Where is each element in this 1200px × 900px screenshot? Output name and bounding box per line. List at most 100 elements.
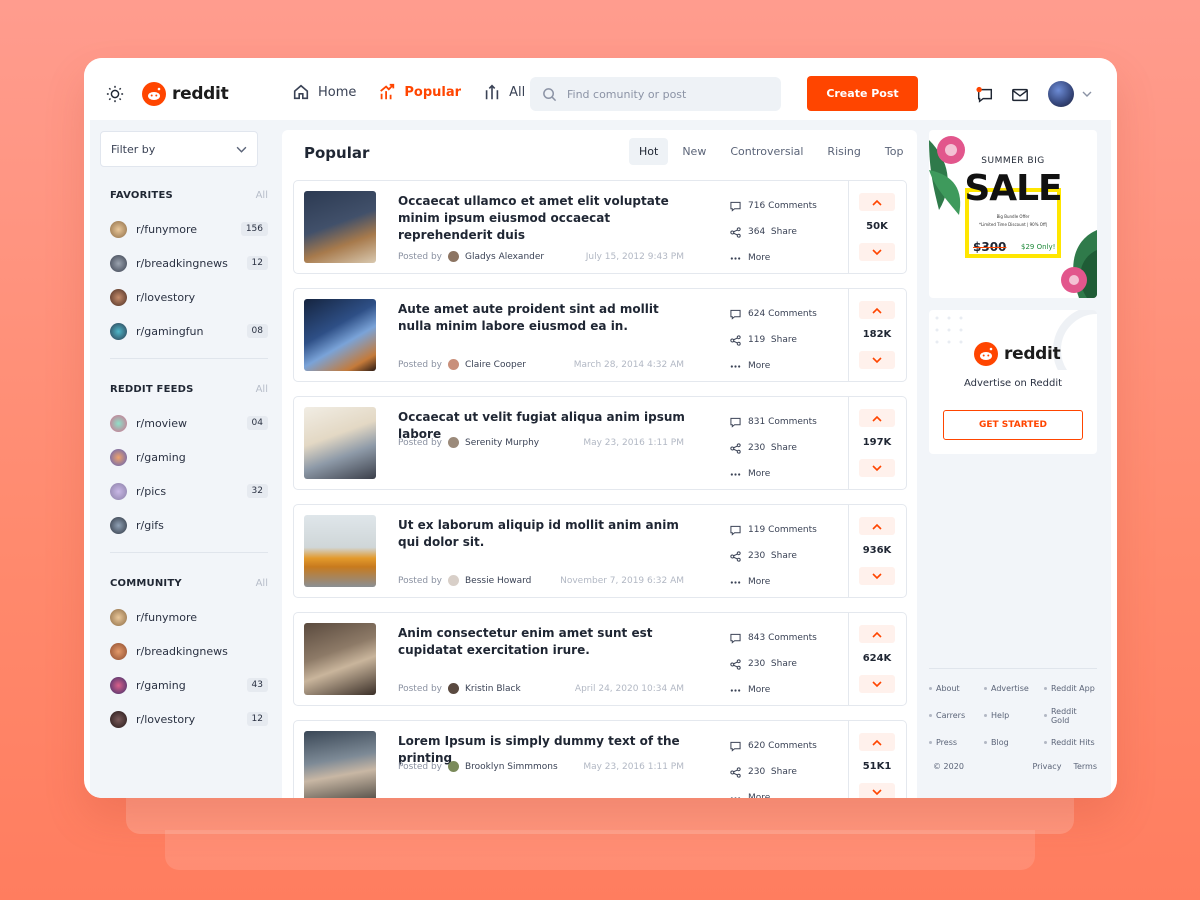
sidebar-item-lovestory[interactable]: r/lovestory 12 <box>110 702 268 736</box>
post-author[interactable]: Bessie Howard <box>465 576 560 586</box>
upvote-button[interactable] <box>859 193 895 211</box>
sale-ad-banner[interactable]: SUMMER BIG SALE Big Bundle Offer *Limite… <box>929 130 1097 298</box>
share-action[interactable]: 230 Share <box>730 651 840 677</box>
share-action[interactable]: 364 Share <box>730 219 840 245</box>
post-card[interactable]: Occaecat ullamco et amet elit voluptate … <box>293 180 907 274</box>
community-avatar <box>110 414 127 432</box>
post-author[interactable]: Brooklyn Simmmons <box>465 762 583 772</box>
post-title[interactable]: Occaecat ullamco et amet elit voluptate … <box>398 193 688 244</box>
sidebar-item-breadkingnews[interactable]: r/breadkingnews <box>110 634 268 668</box>
terms-link[interactable]: Terms <box>1073 762 1097 771</box>
mail-icon[interactable] <box>1011 86 1029 104</box>
nav-home[interactable]: Home <box>292 83 356 101</box>
upvote-button[interactable] <box>859 733 895 751</box>
upvote-button[interactable] <box>859 409 895 427</box>
chevron-down-icon[interactable] <box>1082 89 1092 99</box>
tab-rising[interactable]: Rising <box>817 138 870 165</box>
upvote-button[interactable] <box>859 517 895 535</box>
footer-link-carrers[interactable]: Carrers <box>929 702 984 729</box>
privacy-link[interactable]: Privacy <box>1032 762 1061 771</box>
share-action[interactable]: 230 Share <box>730 543 840 569</box>
nav-popular[interactable]: Popular <box>378 83 461 101</box>
footer-link-advertise[interactable]: Advertise <box>984 675 1044 702</box>
footer-link-blog[interactable]: Blog <box>984 729 1044 756</box>
comments-action[interactable]: 620 Comments <box>730 733 840 759</box>
user-avatar[interactable] <box>1048 81 1074 107</box>
tab-hot[interactable]: Hot <box>629 138 669 165</box>
post-card[interactable]: Ut ex laborum aliquip id mollit anim ani… <box>293 504 907 598</box>
sidebar-item-gifs[interactable]: r/gifs <box>110 508 268 542</box>
post-thumbnail[interactable] <box>304 299 376 371</box>
share-action[interactable]: 230 Share <box>730 759 840 785</box>
sidebar-item-lovestory[interactable]: r/lovestory <box>110 280 268 314</box>
post-author[interactable]: Claire Cooper <box>465 360 574 370</box>
filter-dropdown[interactable]: Filter by <box>100 131 258 167</box>
footer-link-about[interactable]: About <box>929 675 984 702</box>
post-title[interactable]: Aute amet aute proident sint ad mollit n… <box>398 301 688 335</box>
post-title[interactable]: Anim consectetur enim amet sunt est cupi… <box>398 625 688 659</box>
more-action[interactable]: More <box>730 461 840 487</box>
search-input[interactable] <box>567 87 757 101</box>
comments-action[interactable]: 716 Comments <box>730 193 840 219</box>
sidebar-item-gamingfun[interactable]: r/gamingfun 08 <box>110 314 268 348</box>
tab-new[interactable]: New <box>672 138 716 165</box>
sidebar-item-gaming[interactable]: r/gaming <box>110 440 268 474</box>
share-action[interactable]: 119 Share <box>730 327 840 353</box>
chat-icon[interactable] <box>976 86 994 104</box>
post-thumbnail[interactable] <box>304 407 376 479</box>
downvote-button[interactable] <box>859 459 895 477</box>
footer-link-reddit-app[interactable]: Reddit App <box>1044 675 1097 702</box>
post-title[interactable]: Ut ex laborum aliquip id mollit anim ani… <box>398 517 688 551</box>
theme-toggle-icon[interactable] <box>106 85 124 103</box>
sidebar-item-moview[interactable]: r/moview 04 <box>110 406 268 440</box>
tab-controversial[interactable]: Controversial <box>720 138 813 165</box>
section-all-link[interactable]: All <box>256 578 268 589</box>
more-action[interactable]: More <box>730 353 840 379</box>
comments-action[interactable]: 831 Comments <box>730 409 840 435</box>
sidebar-item-funymore[interactable]: r/funymore <box>110 600 268 634</box>
footer-link-reddit-hits[interactable]: Reddit Hits <box>1044 729 1097 756</box>
post-author[interactable]: Serenity Murphy <box>465 438 583 448</box>
chevron-down-icon <box>872 356 882 363</box>
upvote-button[interactable] <box>859 625 895 643</box>
downvote-button[interactable] <box>859 783 895 798</box>
downvote-button[interactable] <box>859 351 895 369</box>
more-action[interactable]: More <box>730 569 840 595</box>
footer-link-reddit-gold[interactable]: Reddit Gold <box>1044 702 1097 729</box>
comments-action[interactable]: 624 Comments <box>730 301 840 327</box>
sidebar-item-funymore[interactable]: r/funymore 156 <box>110 212 268 246</box>
comments-action[interactable]: 843 Comments <box>730 625 840 651</box>
create-post-button[interactable]: Create Post <box>807 76 918 111</box>
post-author[interactable]: Gladys Alexander <box>465 252 586 262</box>
footer-link-help[interactable]: Help <box>984 702 1044 729</box>
post-card[interactable]: Lorem Ipsum is simply dummy text of the … <box>293 720 907 798</box>
post-card[interactable]: Aute amet aute proident sint ad mollit n… <box>293 288 907 382</box>
post-thumbnail[interactable] <box>304 191 376 263</box>
section-all-link[interactable]: All <box>256 190 268 201</box>
sidebar-item-pics[interactable]: r/pics 32 <box>110 474 268 508</box>
downvote-button[interactable] <box>859 567 895 585</box>
more-action[interactable]: More <box>730 785 840 798</box>
post-thumbnail[interactable] <box>304 623 376 695</box>
footer-link-press[interactable]: Press <box>929 729 984 756</box>
get-started-button[interactable]: GET STARTED <box>943 410 1083 440</box>
comments-action[interactable]: 119 Comments <box>730 517 840 543</box>
post-card[interactable]: Anim consectetur enim amet sunt est cupi… <box>293 612 907 706</box>
downvote-button[interactable] <box>859 243 895 261</box>
post-author[interactable]: Kristin Black <box>465 684 575 694</box>
post-thumbnail[interactable] <box>304 515 376 587</box>
share-action[interactable]: 230 Share <box>730 435 840 461</box>
section-all-link[interactable]: All <box>256 384 268 395</box>
tab-top[interactable]: Top <box>875 138 914 165</box>
nav-all[interactable]: All <box>483 83 525 101</box>
more-action[interactable]: More <box>730 245 840 271</box>
author-avatar <box>447 683 459 694</box>
sidebar-item-breadkingnews[interactable]: r/breadkingnews 12 <box>110 246 268 280</box>
sidebar-item-gaming[interactable]: r/gaming 43 <box>110 668 268 702</box>
post-thumbnail[interactable] <box>304 731 376 798</box>
downvote-button[interactable] <box>859 675 895 693</box>
upvote-button[interactable] <box>859 301 895 319</box>
more-action[interactable]: More <box>730 677 840 703</box>
post-card[interactable]: Occaecat ut velit fugiat aliqua anim ips… <box>293 396 907 490</box>
reddit-logo[interactable]: reddit <box>142 82 229 106</box>
